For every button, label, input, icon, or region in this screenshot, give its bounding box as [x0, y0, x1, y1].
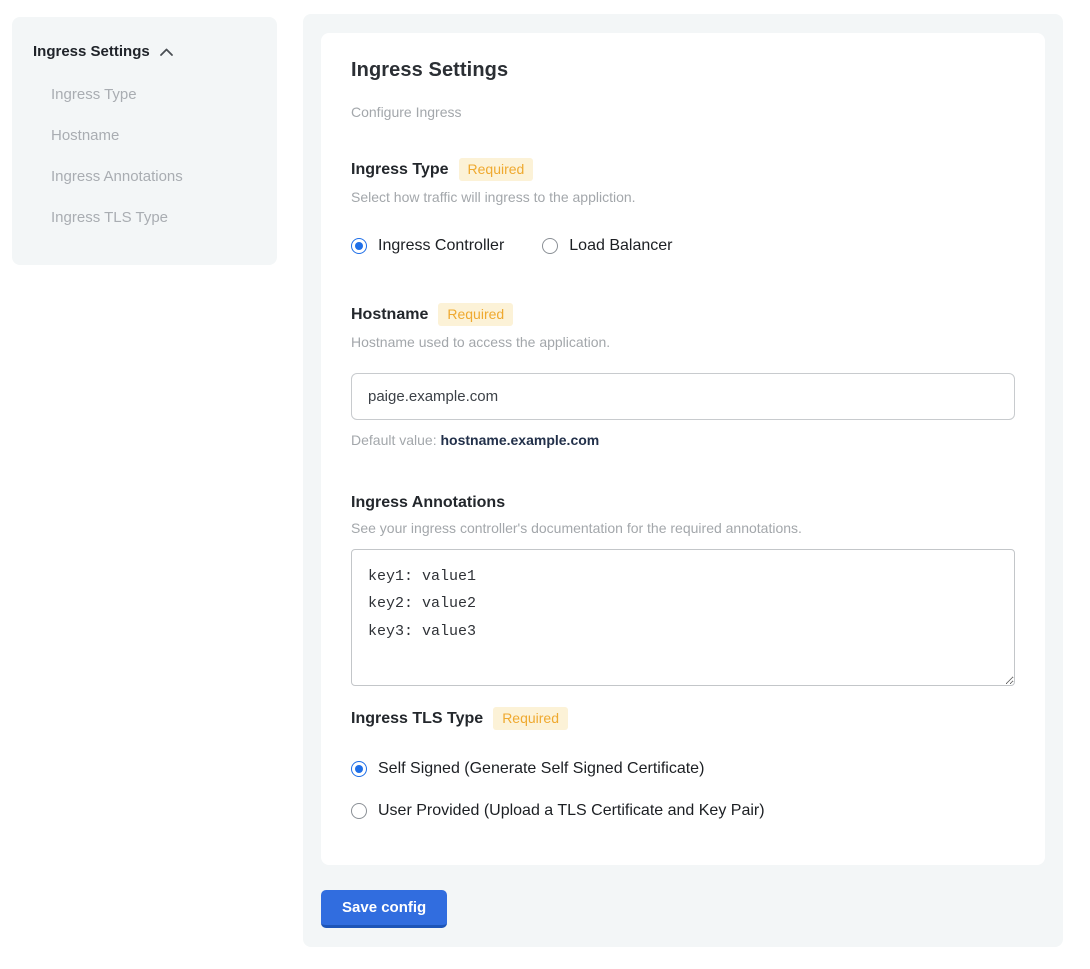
sidebar-item-ingress-type[interactable]: Ingress Type: [51, 86, 257, 103]
radio-unselected-icon: [542, 238, 558, 254]
ingress-tls-type-label: Ingress TLS Type: [351, 710, 483, 728]
radio-ingress-controller-label: Ingress Controller: [378, 237, 504, 255]
section-ingress-type: Ingress Type Required Select how traffic…: [351, 158, 1015, 255]
radio-user-provided-label: User Provided (Upload a TLS Certificate …: [378, 802, 765, 820]
ingress-settings-card: Ingress Settings Configure Ingress Ingre…: [321, 33, 1045, 865]
required-badge: Required: [459, 158, 534, 181]
radio-load-balancer-label: Load Balancer: [569, 237, 672, 255]
settings-sidebar: Ingress Settings Ingress Type Hostname I…: [12, 17, 277, 265]
ingress-annotations-label: Ingress Annotations: [351, 494, 505, 512]
radio-unselected-icon: [351, 803, 367, 819]
ingress-type-label: Ingress Type: [351, 161, 449, 179]
page-subtitle: Configure Ingress: [351, 104, 1015, 120]
section-ingress-annotations: Ingress Annotations See your ingress con…: [351, 494, 1015, 686]
required-badge: Required: [438, 303, 513, 326]
required-badge: Required: [493, 707, 568, 730]
chevron-up-icon: [159, 47, 174, 57]
save-config-button[interactable]: Save config: [321, 890, 447, 928]
sidebar-item-ingress-tls-type[interactable]: Ingress TLS Type: [51, 209, 257, 226]
radio-self-signed-label: Self Signed (Generate Self Signed Certif…: [378, 760, 704, 778]
radio-selected-icon: [351, 238, 367, 254]
radio-selected-icon: [351, 761, 367, 777]
hostname-help: Hostname used to access the application.: [351, 334, 1015, 350]
ingress-type-radio-group: Ingress Controller Load Balancer: [351, 237, 1015, 255]
sidebar-item-hostname[interactable]: Hostname: [51, 127, 257, 144]
page-title: Ingress Settings: [351, 59, 1015, 82]
hostname-default-value: hostname.example.com: [441, 432, 600, 448]
sidebar-item-list: Ingress Type Hostname Ingress Annotation…: [33, 86, 257, 226]
config-panel: Ingress Settings Configure Ingress Ingre…: [303, 14, 1063, 947]
hostname-input[interactable]: [351, 373, 1015, 420]
sidebar-group-ingress-settings[interactable]: Ingress Settings: [33, 43, 257, 60]
radio-ingress-controller[interactable]: Ingress Controller: [351, 237, 504, 255]
sidebar-group-label: Ingress Settings: [33, 43, 150, 60]
tls-radio-group: Self Signed (Generate Self Signed Certif…: [351, 760, 1015, 820]
radio-load-balancer[interactable]: Load Balancer: [542, 237, 672, 255]
hostname-label: Hostname: [351, 306, 428, 324]
sidebar-item-ingress-annotations[interactable]: Ingress Annotations: [51, 168, 257, 185]
section-ingress-tls-type: Ingress TLS Type Required Self Signed (G…: [351, 707, 1015, 820]
hostname-default-prefix: Default value:: [351, 432, 441, 448]
ingress-type-help: Select how traffic will ingress to the a…: [351, 189, 1015, 205]
radio-user-provided[interactable]: User Provided (Upload a TLS Certificate …: [351, 802, 1015, 820]
section-hostname: Hostname Required Hostname used to acces…: [351, 303, 1015, 448]
ingress-annotations-help: See your ingress controller's documentat…: [351, 520, 1015, 536]
hostname-default-line: Default value: hostname.example.com: [351, 432, 1015, 448]
ingress-annotations-textarea[interactable]: key1: value1 key2: value2 key3: value3: [351, 549, 1015, 686]
radio-self-signed[interactable]: Self Signed (Generate Self Signed Certif…: [351, 760, 1015, 778]
